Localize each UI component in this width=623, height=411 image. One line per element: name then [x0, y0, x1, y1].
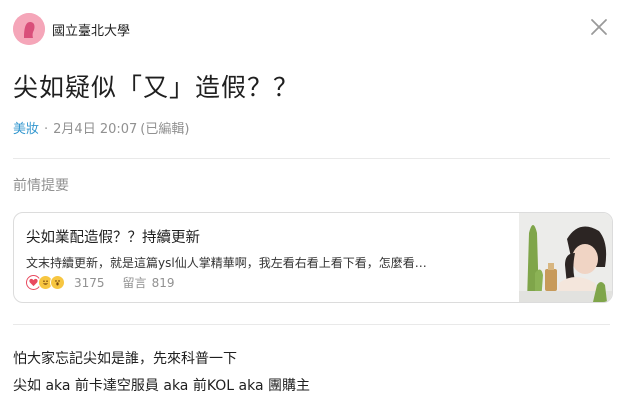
person-silhouette-icon — [13, 13, 45, 45]
board-name[interactable]: 國立臺北大學 — [52, 20, 130, 39]
comments-label: 留言 — [122, 276, 147, 290]
post-body-line: 尖如 aka 前卡達空服員 aka 前KOL aka 團購主 — [13, 378, 310, 394]
wow-reaction-icon — [50, 275, 65, 290]
close-icon[interactable] — [589, 17, 609, 37]
linked-post-card[interactable]: 尖如業配造假？？持續更新 文末持續更新，就是這篇ysl仙人掌精華啊，我左看右看上… — [13, 212, 613, 303]
linked-post-excerpt: 文末持續更新，就是這篇ysl仙人掌精華啊，我左看右看上看下看，怎麼看… — [26, 256, 427, 270]
linked-post-title: 尖如業配造假？？持續更新 — [26, 230, 200, 246]
post-title: 尖如疑似「又」造假？？ — [13, 73, 300, 102]
likes-count: 3175 — [74, 275, 105, 290]
post-header: 國立臺北大學 — [13, 13, 130, 45]
linked-post-stats: 3175 留言 819 — [26, 274, 174, 291]
post-edited-label: (已編輯) — [140, 122, 190, 137]
post-category-link[interactable]: 美妝 — [13, 122, 39, 137]
post-meta: 美妝 · 2月4日 20:07 (已編輯) — [13, 121, 189, 139]
meta-separator: · — [44, 122, 49, 137]
linked-post-thumbnail — [519, 213, 612, 302]
divider — [13, 324, 610, 325]
post-body-line: 怕大家忘記尖如是誰，先來科普一下 — [13, 351, 237, 367]
board-avatar[interactable] — [13, 13, 45, 45]
comments-count: 819 — [151, 275, 175, 290]
section-label: 前情提要 — [13, 178, 69, 194]
divider — [13, 158, 610, 159]
reaction-icons — [26, 275, 65, 290]
post-date: 2月4日 20:07 — [53, 122, 138, 137]
